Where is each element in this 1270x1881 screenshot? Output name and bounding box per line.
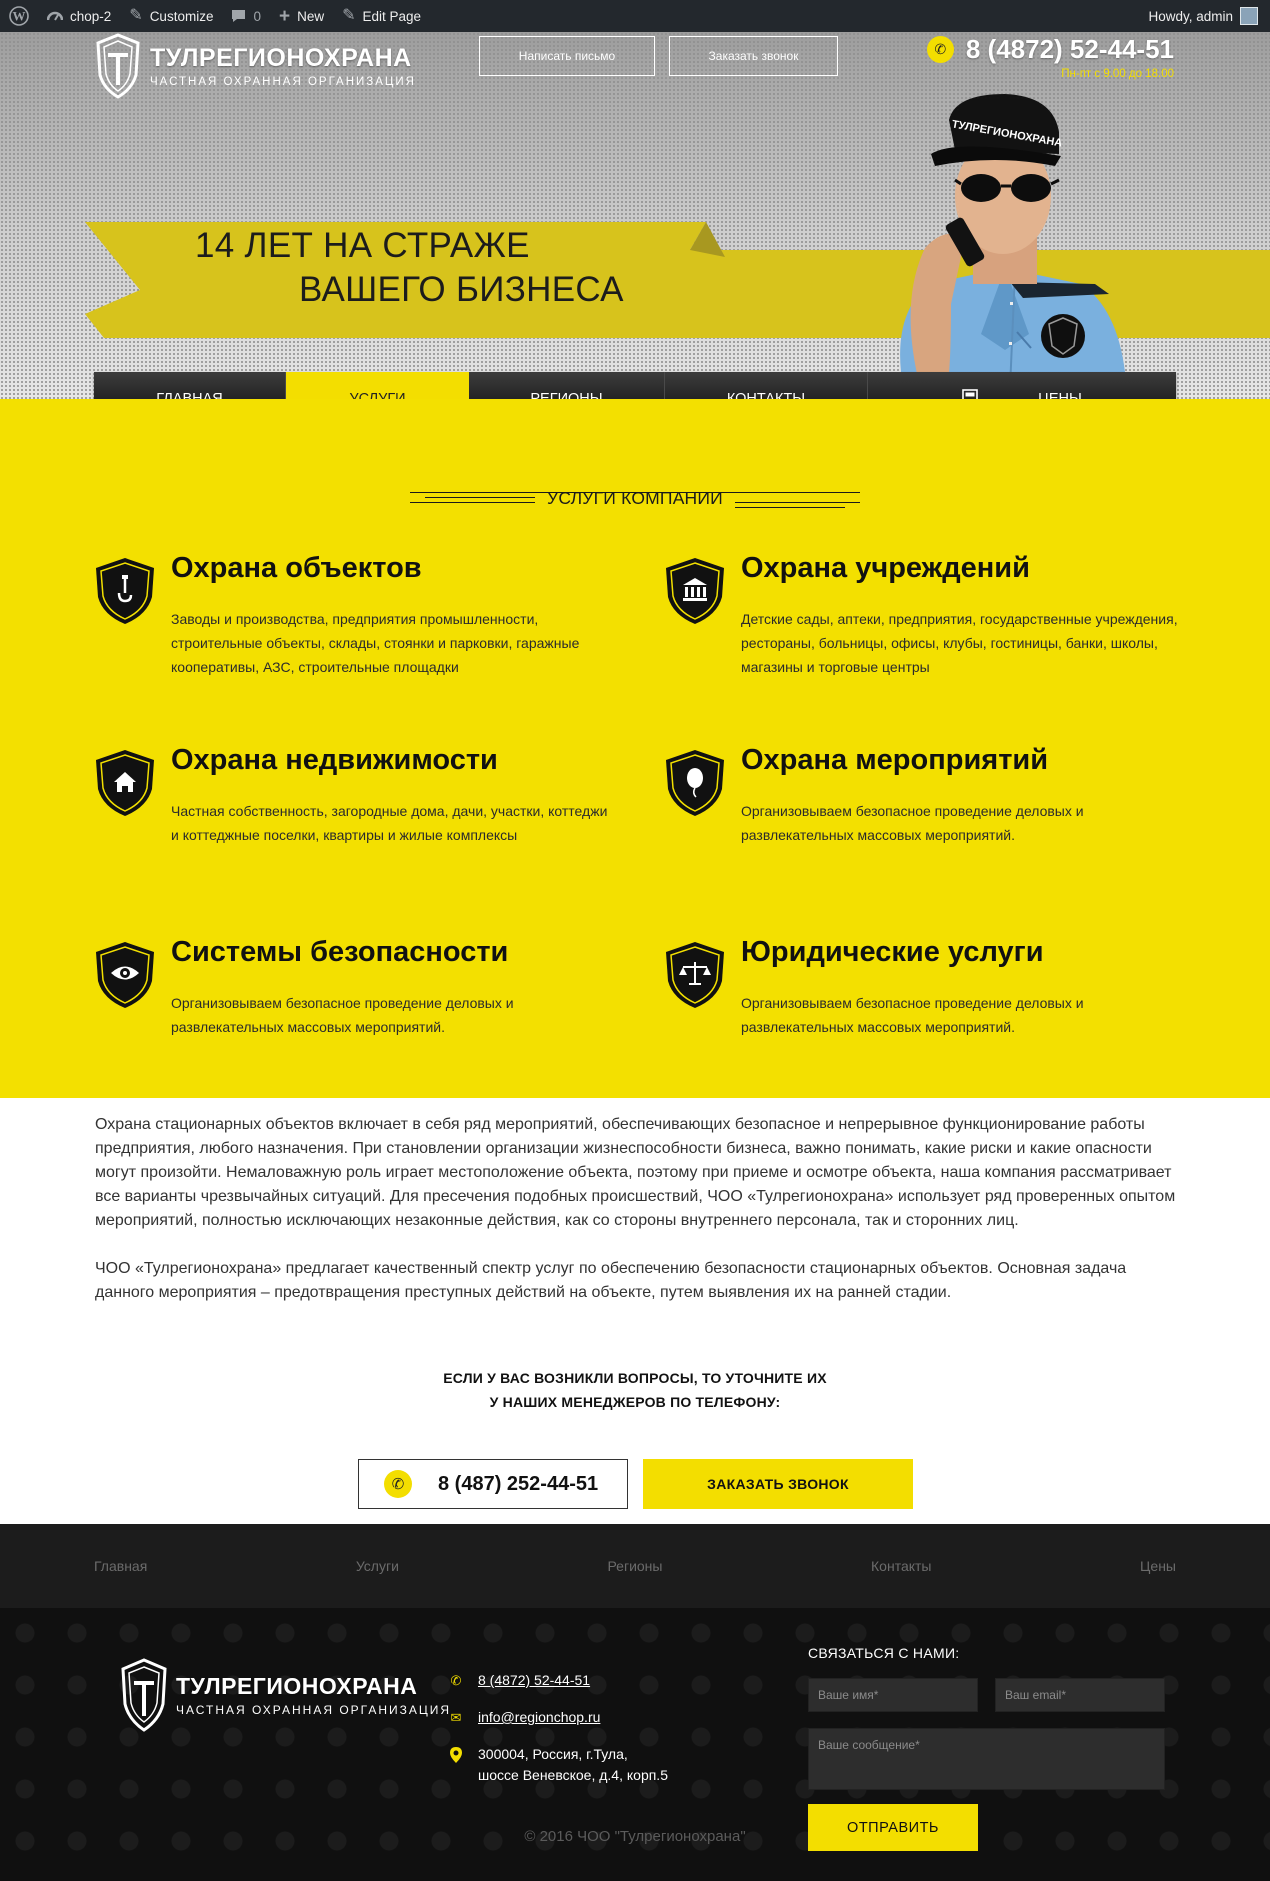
- write-letter-button[interactable]: Написать письмо: [479, 36, 655, 76]
- footer-logo[interactable]: ТУЛРЕГИОНОХРАНА ЧАСТНАЯ ОХРАННАЯ ОРГАНИЗ…: [120, 1658, 451, 1732]
- new-label: New: [297, 8, 325, 24]
- footer-phone[interactable]: 8 (4872) 52-44-51: [478, 1670, 590, 1691]
- logo-name: ТУЛРЕГИОНОХРАНА: [150, 44, 412, 72]
- footer-nav: Главная Услуги Регионы Контакты Цены: [0, 1524, 1270, 1608]
- edit-page-link[interactable]: ✎ Edit Page: [333, 0, 430, 32]
- tagline-line-1: 14 ЛЕТ НА СТРАЖЕ: [195, 226, 530, 265]
- balloon-icon: [666, 750, 724, 816]
- footer-link-regions[interactable]: Регионы: [607, 1558, 662, 1574]
- service-description: Частная собственность, загородные дома, …: [171, 803, 608, 843]
- about-text: Охрана стационарных объектов включает в …: [95, 1113, 1177, 1329]
- comments-link[interactable]: 0: [222, 0, 270, 32]
- footer-logo-subtitle: ЧАСТНАЯ ОХРАННАЯ ОРГАНИЗАЦИЯ: [176, 1703, 452, 1717]
- plus-icon: +: [278, 5, 291, 27]
- pencil-icon: ✎: [342, 7, 356, 24]
- greeting: Howdy, admin: [1148, 8, 1233, 24]
- order-call-button[interactable]: ЗАКАЗАТЬ ЗВОНОК: [643, 1459, 913, 1509]
- customize-label: Customize: [149, 8, 214, 24]
- tagline-line-2: ВАШЕГО БИЗНЕСА: [299, 270, 624, 309]
- footer-logo-name: ТУЛРЕГИОНОХРАНА: [176, 1673, 418, 1699]
- my-account-menu[interactable]: Howdy, admin: [1148, 7, 1270, 25]
- logo-subtitle: ЧАСТНАЯ ОХРАННАЯ ОРГАНИЗАЦИЯ: [150, 76, 416, 88]
- footer-address-line-1: 300004, Россия, г.Тула,: [478, 1746, 628, 1762]
- shield-logo-icon: [96, 33, 140, 99]
- service-description: Заводы и производства, предприятия промы…: [171, 611, 580, 675]
- email-input[interactable]: Ваш email*: [995, 1678, 1165, 1712]
- service-description: Детские сады, аптеки, предприятия, госуд…: [741, 611, 1178, 675]
- footer-link-home[interactable]: Главная: [94, 1558, 147, 1574]
- house-icon: [96, 750, 154, 816]
- service-title: Юридические услуги: [741, 936, 1044, 968]
- phone-icon: ✆: [926, 36, 954, 63]
- hero-tagline: 14 ЛЕТ НА СТРАЖЕ ВАШЕГО БИЗНЕСА: [195, 224, 624, 312]
- service-title: Системы безопасности: [171, 936, 509, 968]
- about-paragraph: Охрана стационарных объектов включает в …: [95, 1116, 1176, 1229]
- service-title: Охрана недвижимости: [171, 744, 498, 776]
- service-title: Охрана мероприятий: [741, 744, 1049, 776]
- wp-admin-bar: W chop-2 ✎ Customize 0 + New ✎ Edit Page…: [0, 0, 1270, 32]
- site-name: chop-2: [70, 8, 112, 24]
- security-guard-image: ТУЛРЕГИОНОХРАНА: [900, 94, 1125, 399]
- service-title: Охрана объектов: [171, 552, 422, 584]
- service-title: Охрана учреждений: [741, 552, 1030, 584]
- about-paragraph: ЧОО «Тулрегионохрана» предлагает качеств…: [95, 1260, 1127, 1301]
- request-call-button[interactable]: Заказать звонок: [669, 36, 838, 76]
- service-description: Организовываем безопасное проведение дел…: [171, 995, 514, 1035]
- avatar: [1240, 7, 1258, 25]
- footer-contacts: ✆ 8 (4872) 52-44-51 ✉ info@regionchop.ru…: [448, 1670, 668, 1802]
- wordpress-menu[interactable]: W: [0, 0, 38, 32]
- header-phone[interactable]: 8 (4872) 52-44-51: [966, 34, 1174, 65]
- envelope-icon: ✉: [450, 1710, 462, 1725]
- shield-logo-icon: [121, 1658, 167, 1732]
- contact-prompt-line-1: ЕСЛИ У ВАС ВОЗНИКЛИ ВОПРОСЫ, ТО УТОЧНИТЕ…: [443, 1370, 827, 1386]
- phone-icon: ✆: [384, 1470, 412, 1498]
- scales-icon: [666, 942, 724, 1008]
- section-title: УСЛУГИ КОМПАНИИ: [410, 488, 860, 514]
- footer: ТУЛРЕГИОНОХРАНА ЧАСТНАЯ ОХРАННАЯ ОРГАНИЗ…: [0, 1608, 1270, 1881]
- message-textarea[interactable]: Ваше сообщение*: [808, 1728, 1165, 1790]
- hook-icon: [96, 558, 154, 624]
- hero-section: ТУЛРЕГИОНОХРАНА ЧАСТНАЯ ОХРАННАЯ ОРГАНИЗ…: [0, 32, 1270, 399]
- contact-prompt-line-2: У НАШИХ МЕНЕДЖЕРОВ ПО ТЕЛЕФОНУ:: [489, 1394, 781, 1410]
- header-logo[interactable]: ТУЛРЕГИОНОХРАНА ЧАСТНАЯ ОХРАННАЯ ОРГАНИЗ…: [95, 32, 416, 100]
- name-input[interactable]: Ваше имя*: [808, 1678, 978, 1712]
- site-name-menu[interactable]: chop-2: [38, 0, 120, 32]
- eye-icon: [96, 942, 154, 1008]
- contact-form-title: СВЯЗАТЬСЯ С НАМИ:: [808, 1645, 960, 1661]
- footer-address-line-2: шоссе Веневское, д.4, корп.5: [478, 1767, 668, 1783]
- service-description: Организовываем безопасное проведение дел…: [741, 995, 1084, 1035]
- location-pin-icon: [450, 1747, 462, 1763]
- copyright: © 2016 ЧОО "Тулрегионохрана": [524, 1828, 746, 1845]
- footer-link-contacts[interactable]: Контакты: [871, 1558, 931, 1574]
- brush-icon: ✎: [129, 7, 143, 24]
- footer-email[interactable]: info@regionchop.ru: [478, 1707, 600, 1728]
- wordpress-logo-icon: W: [9, 6, 29, 26]
- section-title-text: УСЛУГИ КОМПАНИИ: [547, 488, 723, 508]
- phone-icon: ✆: [450, 1673, 462, 1688]
- dashboard-icon: [47, 11, 63, 21]
- comments-count: 0: [253, 8, 261, 24]
- new-content-menu[interactable]: + New: [270, 0, 333, 32]
- edit-page-label: Edit Page: [362, 8, 422, 24]
- cta-phone[interactable]: ✆ 8 (487) 252-44-51: [358, 1459, 628, 1509]
- footer-link-prices[interactable]: Цены: [1140, 1558, 1176, 1574]
- svg-text:W: W: [13, 9, 26, 24]
- footer-link-services[interactable]: Услуги: [356, 1558, 399, 1574]
- comment-icon: [232, 10, 246, 22]
- service-description: Организовываем безопасное проведение дел…: [741, 803, 1084, 843]
- institution-icon: [666, 558, 724, 624]
- contact-prompt: ЕСЛИ У ВАС ВОЗНИКЛИ ВОПРОСЫ, ТО УТОЧНИТЕ…: [0, 1366, 1270, 1414]
- cta-phone-number: 8 (487) 252-44-51: [438, 1472, 599, 1495]
- customize-link[interactable]: ✎ Customize: [120, 0, 222, 32]
